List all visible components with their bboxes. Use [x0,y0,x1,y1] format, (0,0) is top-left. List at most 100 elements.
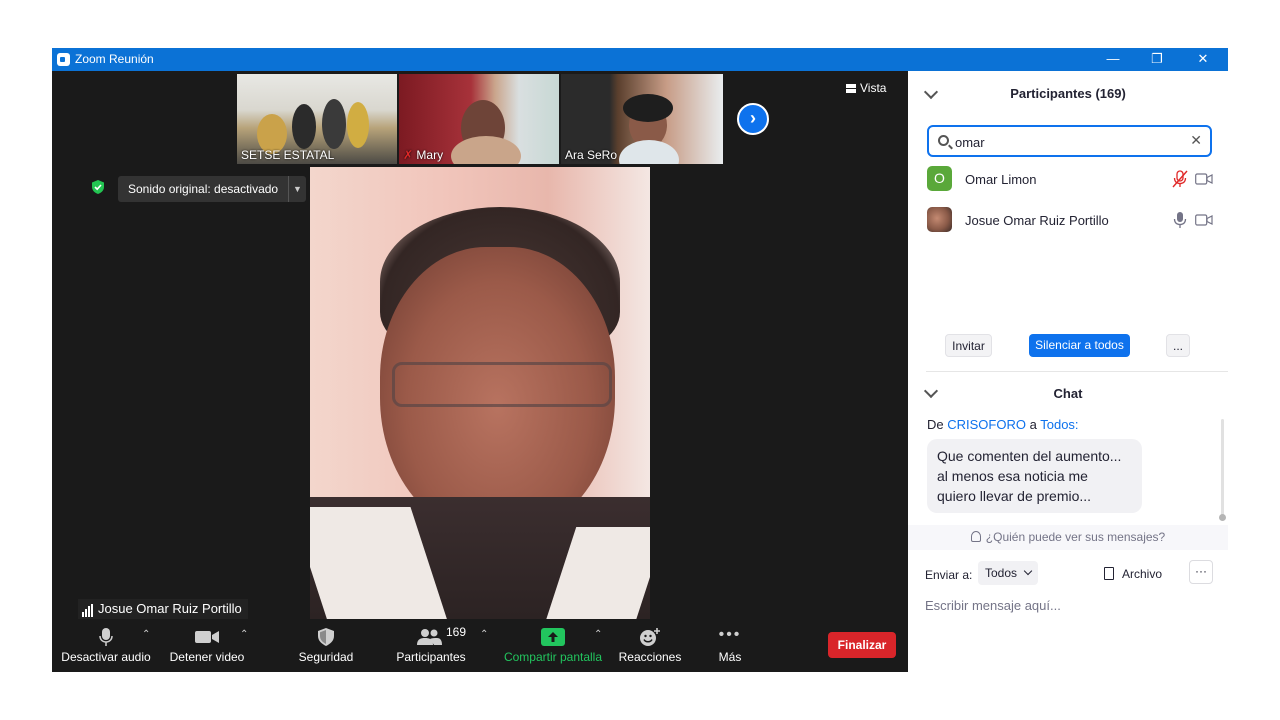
chat-scrollbar-thumb[interactable] [1219,514,1226,521]
thumbnail-name-text: Mary [416,148,444,162]
original-sound-toggle[interactable]: Sonido original: desactivado ▼ [118,176,306,202]
share-screen-button[interactable]: Compartir pantalla [500,619,606,672]
title-bar: Zoom Reunión — ❐ ✕ [52,48,1228,71]
zoom-window: Zoom Reunión — ❐ ✕ SETSE ESTATAL ✗ Mary … [52,48,1228,672]
participant-avatar [927,207,952,232]
reactions-button[interactable]: Reacciones [616,619,684,672]
zoom-app-icon [57,53,70,66]
participants-count: 169 [446,625,467,639]
person-icon [970,531,981,542]
send-to-value: Todos [985,566,1018,580]
chat-more-button[interactable]: ··· [1189,560,1213,584]
microphone-icon[interactable] [1172,211,1188,229]
participant-row[interactable]: Josue Omar Ruiz Portillo [927,207,1217,233]
participant-row[interactable]: O Omar Limon [927,166,1217,192]
chat-message-line: al menos esa noticia me [937,468,1088,484]
gallery-thumbnail[interactable]: SETSE ESTATAL [237,74,397,164]
chat-from-middle: a [1029,417,1037,432]
shield-icon [318,628,334,646]
stop-video-label: Detener video [169,650,245,664]
muted-mic-icon: ✗ [403,148,414,162]
microphone-icon [99,628,113,646]
chevron-down-icon [1023,566,1033,576]
gallery-thumbnail[interactable]: ✗ Mary [399,74,559,164]
signal-bars-icon [82,602,94,617]
chat-recipient: Todos: [1040,417,1079,432]
video-camera-icon[interactable] [1195,214,1213,226]
mute-all-button[interactable]: Silenciar a todos [1029,334,1130,357]
audio-options-chevron-icon[interactable]: ⌃ [142,629,150,640]
original-sound-label: Sonido original: desactivado [128,182,279,196]
video-camera-icon [195,631,219,643]
thumbnail-name: ✗ Mary [403,148,443,162]
chat-message-bubble[interactable]: Que comenten del aumento... al menos esa… [927,439,1142,513]
video-area: SETSE ESTATAL ✗ Mary Ara SeRo › Vista So… [52,71,908,672]
thumbnail-name: Ara SeRo [565,148,618,162]
muted-microphone-icon[interactable] [1172,170,1188,188]
participant-name: Josue Omar Ruiz Portillo [965,213,1109,228]
close-button[interactable]: ✕ [1180,48,1226,71]
file-icon [1104,567,1114,580]
participant-search-box[interactable]: ✕ [927,125,1212,157]
send-to-label: Enviar a: [925,568,973,582]
view-button[interactable]: Vista [846,81,886,95]
more-button[interactable]: ••• Más [700,619,760,672]
security-button[interactable]: Seguridad [290,619,362,672]
share-screen-icon [541,628,565,646]
chat-sender-link[interactable]: CRISOFORO [947,417,1026,432]
security-shield-icon [92,180,104,194]
people-icon [417,629,442,645]
video-camera-icon[interactable] [1195,173,1213,185]
emoji-icon [640,628,660,646]
participants-panel-title: Participantes (169) [1010,86,1126,101]
participant-name: Omar Limon [965,172,1037,187]
participants-more-button[interactable]: ... [1166,334,1190,357]
window-title: Zoom Reunión [75,52,154,66]
active-speaker-name: Josue Omar Ruiz Portillo [78,599,248,619]
minimize-button[interactable]: — [1090,48,1136,71]
search-icon [938,135,949,146]
share-options-chevron-icon[interactable]: ⌃ [594,629,602,640]
chat-message-line: quiero llevar de premio... [937,488,1092,504]
who-can-see-label: ¿Quién puede ver sus mensajes? [985,530,1166,544]
mute-audio-label: Desactivar audio [61,650,151,664]
chat-from-prefix: De [927,417,944,432]
end-meeting-button[interactable]: Finalizar [828,632,896,658]
participant-search-input[interactable] [955,133,1185,151]
share-screen-label: Compartir pantalla [503,650,603,664]
participants-label: Participantes [396,650,466,664]
active-speaker-name-text: Josue Omar Ruiz Portillo [98,601,242,616]
who-can-see-messages[interactable]: ¿Quién puede ver sus mensajes? [908,525,1228,550]
view-label: Vista [860,81,887,95]
ellipsis-icon: ••• [718,626,742,643]
more-label: Más [718,650,742,664]
file-button[interactable]: Archivo [1104,567,1162,581]
divider [926,371,1228,372]
next-page-button[interactable]: › [737,103,769,135]
active-speaker-video [310,167,650,619]
gallery-thumbnail[interactable]: Ara SeRo [561,74,723,164]
chevron-down-icon[interactable]: ▼ [288,176,306,202]
chat-message-line: Que comenten del aumento... [937,448,1122,464]
participant-avatar: O [927,166,952,191]
stop-video-button[interactable]: Detener video [164,619,250,672]
meeting-toolbar: Desactivar audio ⌃ Detener video ⌃ Segur… [52,619,908,672]
chat-message-input[interactable] [925,595,1215,615]
chat-scrollbar[interactable] [1221,419,1224,519]
participants-button[interactable]: 169 Participantes [390,619,472,672]
grid-icon [846,84,856,93]
side-panel: Participantes (169) ✕ O Omar Limon Josue… [908,71,1228,672]
restore-button[interactable]: ❐ [1134,48,1180,71]
security-label: Seguridad [298,650,354,664]
mute-audio-button[interactable]: Desactivar audio [58,619,154,672]
chat-panel-title: Chat [1053,386,1083,401]
file-label: Archivo [1122,567,1163,581]
send-to-select[interactable]: Todos [978,561,1038,585]
reactions-label: Reacciones [618,650,682,664]
chat-message-header: De CRISOFORO a Todos: [927,417,1079,432]
clear-search-icon[interactable]: ✕ [1190,132,1202,149]
thumbnail-name: SETSE ESTATAL [241,148,335,162]
participants-chevron-icon[interactable]: ⌃ [480,629,488,640]
video-options-chevron-icon[interactable]: ⌃ [240,629,248,640]
invite-button[interactable]: Invitar [945,334,992,357]
